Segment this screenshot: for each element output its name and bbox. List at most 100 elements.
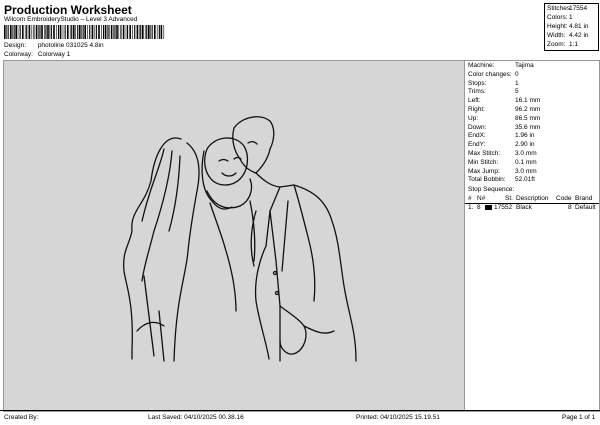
info-label: Stops: bbox=[468, 79, 487, 87]
barcode-bar bbox=[71, 25, 73, 39]
barcode bbox=[4, 25, 165, 39]
barcode-bar bbox=[4, 25, 6, 39]
barcode-bar bbox=[44, 25, 45, 39]
software-subtitle: Wilcom EmbroideryStudio – Level 3 Advanc… bbox=[4, 16, 138, 23]
barcode-bar bbox=[84, 25, 86, 39]
barcode-bar bbox=[82, 25, 84, 39]
info-value: 3.0 mm bbox=[515, 150, 537, 157]
stop-code: 8 bbox=[568, 204, 572, 211]
barcode-bar bbox=[122, 25, 125, 39]
info-value: 0 bbox=[515, 70, 519, 78]
barcode-bar bbox=[160, 25, 163, 39]
barcode-bar bbox=[110, 25, 113, 39]
info-label: Min Stitch: bbox=[468, 158, 499, 166]
info-row: Right: 96.2 mm bbox=[468, 106, 540, 113]
stat-label: Zoom: bbox=[547, 41, 566, 48]
footer-last-saved: Last Saved: 04/10/2025 00.38.16 bbox=[148, 414, 244, 421]
footer: Created By: Last Saved: 04/10/2025 00.38… bbox=[0, 410, 600, 425]
info-row: Max Stitch: 3.0 mm bbox=[468, 150, 537, 157]
stop-sequence-header: # N# St. Description Code Brand bbox=[465, 195, 599, 204]
barcode-bar bbox=[125, 25, 127, 39]
info-label: Color changes: bbox=[468, 70, 512, 78]
barcode-bar bbox=[77, 25, 79, 39]
barcode-bar bbox=[132, 25, 133, 39]
info-label: Max Jump: bbox=[468, 167, 500, 175]
stats-box: Stitches:17554 Colors:1 Height:4.81 in W… bbox=[544, 3, 599, 51]
design-label: Design: bbox=[4, 42, 27, 49]
barcode-bar bbox=[163, 25, 165, 39]
info-label: Up: bbox=[468, 114, 479, 122]
info-label: Max Stitch: bbox=[468, 150, 501, 157]
stat-height: Height:4.81 in bbox=[547, 23, 597, 30]
stop-brand: Default bbox=[575, 204, 596, 211]
stat-label: Stitches: bbox=[547, 5, 572, 12]
barcode-bar bbox=[62, 25, 64, 39]
info-row: Left: 16.1 mm bbox=[468, 97, 540, 104]
barcode-bar bbox=[75, 25, 76, 39]
info-value: 5 bbox=[515, 88, 519, 96]
col-brand: Brand bbox=[575, 195, 593, 202]
info-row: Up: 86.5 mm bbox=[468, 115, 540, 122]
footer-page: Page 1 of 1 bbox=[562, 414, 596, 421]
barcode-bar bbox=[58, 25, 60, 39]
barcode-bar bbox=[31, 25, 33, 39]
colorway-label: Colorway: bbox=[4, 51, 33, 58]
col-code: Code bbox=[556, 195, 572, 202]
barcode-bar bbox=[39, 25, 41, 39]
barcode-bar bbox=[120, 25, 122, 39]
info-value: 1 bbox=[515, 79, 519, 87]
barcode-bar bbox=[116, 25, 118, 39]
design-row: Design: photoline 031025 4.8in bbox=[4, 42, 104, 49]
colorway-value: Colorway 1 bbox=[37, 51, 71, 58]
barcode-bar bbox=[95, 25, 97, 39]
embroidery-line-art bbox=[122, 116, 357, 362]
info-value: 16.1 mm bbox=[515, 97, 541, 105]
barcode-bar bbox=[156, 25, 158, 39]
barcode-bar bbox=[138, 25, 140, 39]
col-num: # bbox=[468, 195, 472, 202]
info-value: 3.0 mm bbox=[515, 167, 537, 175]
design-value: photoline 031025 4.8in bbox=[37, 42, 104, 49]
info-row: EndY: 2.90 in bbox=[468, 141, 535, 148]
barcode-bar bbox=[136, 25, 139, 39]
info-label: EndX: bbox=[468, 132, 486, 140]
barcode-bar bbox=[12, 25, 13, 39]
barcode-bar bbox=[67, 25, 69, 39]
barcode-bar bbox=[28, 25, 31, 39]
stat-label: Colors: bbox=[547, 14, 568, 21]
info-label: Left: bbox=[468, 97, 481, 105]
barcode-bar bbox=[146, 25, 148, 39]
barcode-bar bbox=[49, 25, 51, 39]
barcode-bar bbox=[17, 25, 19, 39]
info-value: 2.90 in bbox=[515, 141, 535, 149]
info-value: 86.5 mm bbox=[515, 114, 541, 122]
barcode-bar bbox=[6, 25, 7, 39]
stat-value: 1:1 bbox=[569, 41, 579, 48]
barcode-bar bbox=[87, 25, 88, 39]
stat-colors: Colors:1 bbox=[547, 14, 597, 21]
barcode-bar bbox=[104, 25, 107, 39]
info-label: Total Bobbin: bbox=[468, 176, 506, 184]
barcode-bar bbox=[113, 25, 114, 39]
barcode-bar bbox=[154, 25, 156, 39]
stop-sequence-title: Stop Sequence: bbox=[468, 186, 515, 193]
barcode-bar bbox=[98, 25, 100, 39]
barcode-bar bbox=[47, 25, 49, 39]
info-value: 52.01ft bbox=[515, 176, 535, 184]
barcode-bar bbox=[35, 25, 38, 39]
info-row: Stops: 1 bbox=[468, 80, 519, 87]
barcode-bar bbox=[33, 25, 35, 39]
barcode-bar bbox=[24, 25, 26, 39]
barcode-bar bbox=[10, 25, 12, 39]
info-value: 0.1 mm bbox=[515, 158, 537, 166]
barcode-bar bbox=[26, 25, 28, 39]
barcode-bar bbox=[140, 25, 142, 39]
stat-zoom: Zoom: 1:1 bbox=[547, 41, 597, 48]
barcode-bar bbox=[118, 25, 120, 39]
stat-value: 1 bbox=[569, 14, 573, 21]
barcode-bar bbox=[101, 25, 102, 39]
footer-created-by: Created By: bbox=[4, 414, 39, 421]
info-row: EndX: 1.96 in bbox=[468, 132, 535, 139]
barcode-bar bbox=[19, 25, 21, 39]
info-row: Max Jump: 3.0 mm bbox=[468, 168, 537, 175]
